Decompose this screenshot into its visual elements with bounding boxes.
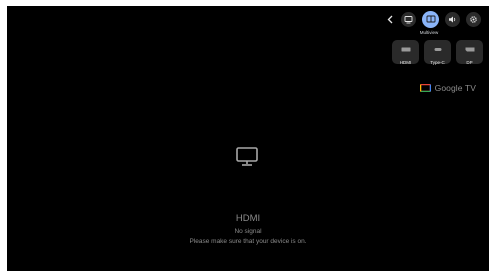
settings-gear-icon — [469, 11, 478, 29]
hdmi-port-icon — [401, 39, 411, 57]
no-signal-message: No signal — [234, 228, 262, 235]
google-tv-logo: Google TV — [419, 79, 476, 97]
source-label: Type-C — [430, 60, 445, 65]
screen-mirror-button[interactable] — [401, 12, 416, 27]
source-label: HDMI — [399, 60, 412, 65]
screen-mirror-icon — [404, 11, 413, 29]
input-source-list: HDMI Type-C DP — [392, 39, 483, 65]
monitor-icon — [236, 147, 258, 172]
displayport-icon — [465, 39, 475, 57]
google-tv-icon — [419, 79, 431, 97]
multiview-button[interactable] — [422, 11, 439, 28]
usb-c-icon — [433, 39, 443, 57]
brand-text: Google TV — [434, 83, 476, 93]
multiview-icon — [426, 11, 436, 29]
device-hint: Please make sure that your device is on. — [189, 238, 307, 245]
sound-output-button[interactable] — [445, 12, 460, 27]
multiview-label: Multiview — [419, 30, 439, 35]
sound-output-icon — [448, 11, 457, 29]
source-dp[interactable]: DP — [456, 39, 483, 65]
settings-button[interactable] — [466, 12, 481, 27]
tv-screen: Multiview HDMI Type-C DP Google TV HDMI … — [7, 6, 489, 271]
chevron-left-icon[interactable] — [385, 13, 395, 27]
source-type-c[interactable]: Type-C — [424, 39, 451, 65]
source-label: DP — [466, 60, 473, 65]
source-hdmi[interactable]: HDMI — [392, 39, 419, 65]
quick-settings-bar — [385, 11, 481, 28]
input-name: HDMI — [235, 213, 261, 224]
